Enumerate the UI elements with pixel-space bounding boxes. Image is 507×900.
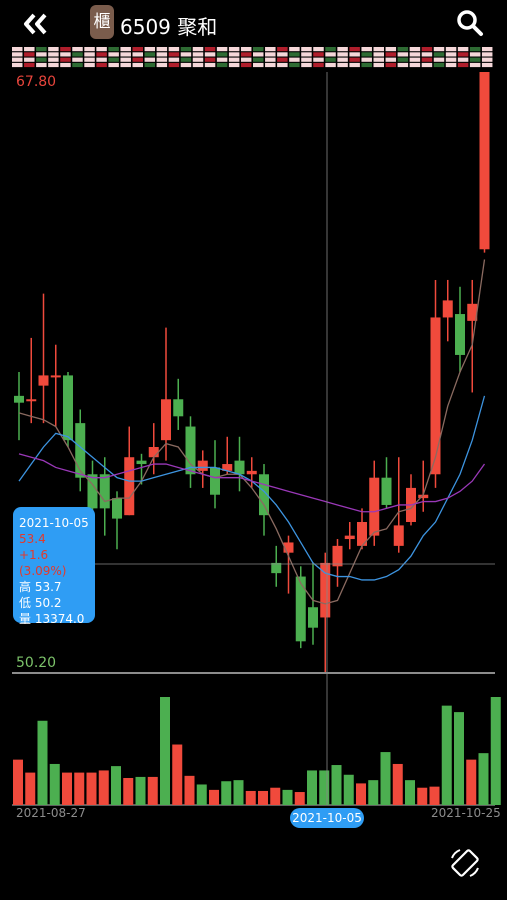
candle-body <box>87 474 98 509</box>
candle-body <box>308 607 318 628</box>
candle-body <box>393 525 404 546</box>
candlestick-chart[interactable] <box>0 0 507 900</box>
volume-bar <box>135 776 146 805</box>
candle-body <box>161 399 171 441</box>
price-max-label: 67.80 <box>16 74 57 90</box>
candle-body <box>26 399 37 402</box>
candle-body <box>136 460 147 465</box>
candle-body <box>295 576 306 642</box>
volume-bar <box>160 697 170 805</box>
volume-bar <box>417 787 428 805</box>
candle-body <box>455 314 465 355</box>
volume-bar <box>111 766 121 805</box>
volume-bar <box>209 789 219 805</box>
candle-body <box>332 545 343 567</box>
volume-bar <box>245 790 256 805</box>
volume-bar <box>392 763 403 805</box>
volume-bar <box>368 780 379 805</box>
volume-bar <box>319 770 330 805</box>
volume-bar <box>147 776 158 805</box>
candle-body <box>38 375 49 386</box>
volume-bar <box>172 744 183 805</box>
volume-bar <box>356 783 366 805</box>
volume-bar <box>307 770 317 805</box>
candle-body <box>63 375 73 441</box>
candle-body <box>197 460 208 471</box>
volume-bar <box>221 781 232 805</box>
candle-body <box>381 477 392 505</box>
candle-body <box>112 498 122 519</box>
candle-body <box>479 72 490 250</box>
tooltip-date: 2021-10-05 <box>19 516 89 530</box>
candle-body <box>173 399 184 417</box>
crosshair-tooltip: 2021-10-05 53.4 +1.6 (3.09%) 高 53.7 低 50… <box>13 507 95 626</box>
candle-body <box>210 467 220 495</box>
volume-bar <box>270 787 281 805</box>
volume-bar <box>454 712 464 805</box>
tooltip-close: 53.4 <box>19 532 46 546</box>
volume-bar <box>233 780 244 805</box>
candle-body <box>124 457 135 516</box>
tooltip-change: +1.6 (3.09%) <box>19 548 67 578</box>
volume-bar <box>429 786 440 805</box>
candle-body <box>442 300 453 318</box>
tooltip-volume: 量 13374.0 <box>19 612 85 626</box>
volume-bar <box>294 792 305 805</box>
candle-body <box>344 535 355 540</box>
candle-body <box>246 470 257 475</box>
date-start-label: 2021-08-27 <box>16 806 86 820</box>
volume-bar <box>466 759 477 805</box>
candle-body <box>14 395 24 403</box>
volume-bar <box>13 759 23 805</box>
screen-rotate-icon[interactable] <box>448 846 482 880</box>
volume-bar <box>490 697 501 805</box>
volume-bar <box>86 772 97 805</box>
volume-bar <box>184 775 195 805</box>
candle-body <box>430 317 441 475</box>
volume-bar <box>62 772 72 805</box>
volume-bar <box>74 772 85 805</box>
volume-bar <box>380 752 391 805</box>
date-end-label: 2021-10-25 <box>431 806 501 820</box>
candle-body <box>99 474 110 509</box>
volume-bar <box>25 772 36 805</box>
volume-bar <box>343 774 354 805</box>
volume-bar <box>478 753 489 805</box>
candle-body <box>369 477 380 536</box>
volume-bar <box>49 763 60 805</box>
candle-body <box>148 447 159 458</box>
volume-bar <box>441 705 452 805</box>
tooltip-low: 低 50.2 <box>19 596 62 610</box>
volume-bar <box>282 789 293 805</box>
volume-bar <box>123 778 134 805</box>
volume-bar <box>258 790 268 805</box>
candle-body <box>50 375 61 378</box>
candle-body <box>320 562 331 618</box>
volume-bar <box>196 784 207 805</box>
candle-body <box>234 460 245 475</box>
selected-date-pill: 2021-10-05 <box>290 808 364 828</box>
volume-bar <box>331 765 342 805</box>
tooltip-high: 高 53.7 <box>19 580 62 594</box>
volume-bar <box>98 770 109 805</box>
volume-bar <box>37 720 48 805</box>
price-min-label: 50.20 <box>16 655 57 671</box>
candle-body <box>271 562 282 574</box>
volume-bar <box>405 780 415 805</box>
